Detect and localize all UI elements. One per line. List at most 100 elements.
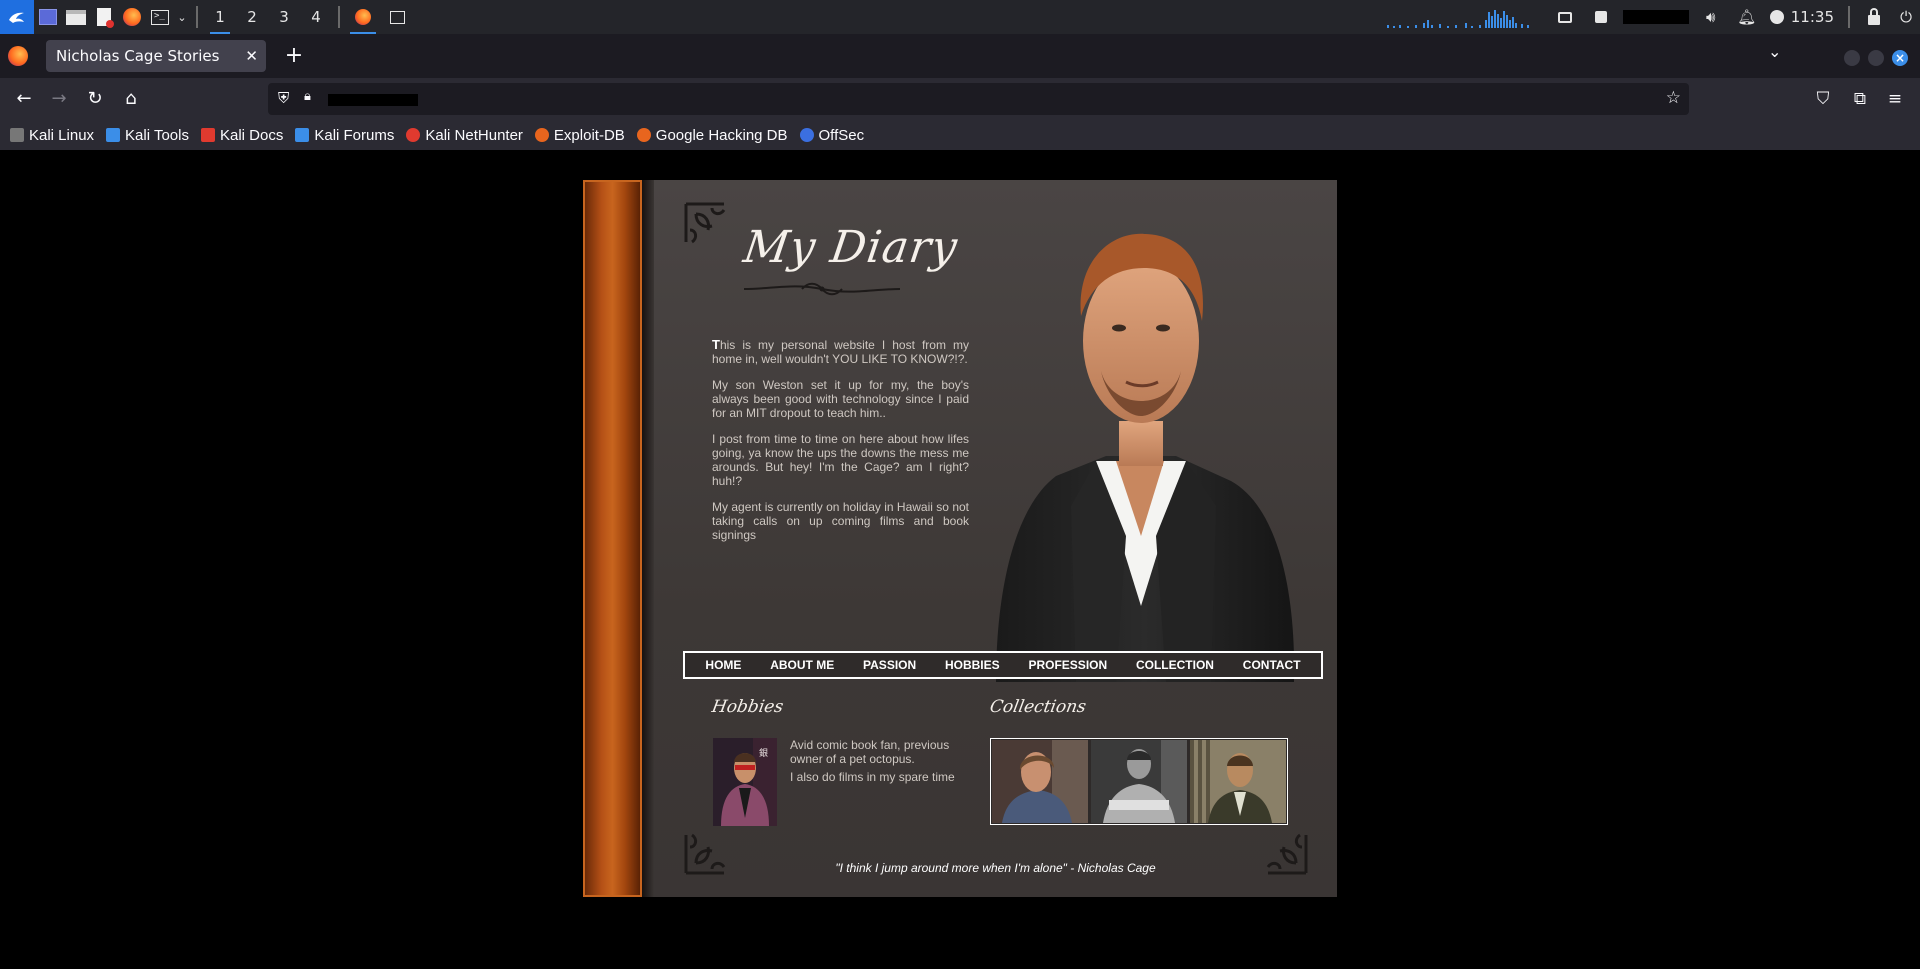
corner-ornament-top-left [684, 202, 726, 244]
home-icon[interactable]: ⌂ [117, 86, 145, 112]
forward-icon[interactable]: → [45, 86, 73, 112]
clock[interactable]: 11:35 [1789, 8, 1842, 26]
hobbies-text: Avid comic book fan, previous owner of a… [790, 738, 960, 788]
bookmark-star-icon[interactable]: ☆ [1666, 88, 1681, 108]
title-flourish [743, 282, 901, 296]
updates-icon[interactable] [1765, 0, 1789, 34]
page-viewport: My Diary This is my personal website I h… [0, 150, 1920, 969]
app-menu-icon[interactable]: ≡ [1882, 86, 1908, 112]
kali-menu-button[interactable] [0, 0, 34, 34]
book-spine [583, 180, 642, 897]
bookmark-offsec[interactable]: OffSec [799, 127, 864, 144]
nav-collection[interactable]: COLLECTION [1136, 658, 1214, 672]
vpn-lock-icon[interactable] [1583, 0, 1619, 34]
workspace-1[interactable]: 1 [204, 0, 236, 34]
footer-quote: "I think I jump around more when I'm alo… [835, 861, 1156, 875]
lock-screen-icon[interactable] [1856, 0, 1892, 34]
task-terminal[interactable] [380, 0, 414, 34]
bookmark-kali-tools[interactable]: Kali Tools [106, 127, 189, 144]
portrait-photo [996, 233, 1295, 682]
url-bar[interactable]: ⛨ 🔒︎ ☆ [268, 83, 1689, 115]
panel-separator [338, 6, 340, 28]
spine-shadow [642, 180, 654, 897]
nav-profession[interactable]: PROFESSION [1028, 658, 1107, 672]
drop-cap: T [712, 337, 720, 352]
logout-icon[interactable]: ⏻ [1892, 0, 1920, 34]
intro-paragraph-4: My agent is currently on holiday in Hawa… [712, 500, 969, 542]
minimize-button[interactable] [1844, 50, 1860, 66]
bookmark-kali-nethunter[interactable]: Kali NetHunter [406, 127, 523, 144]
nav-passion[interactable]: PASSION [863, 658, 916, 672]
nav-home[interactable]: HOME [705, 658, 741, 672]
system-tray: 🔊︎ 🔔︎ 11:35 ⏻ [1385, 0, 1920, 34]
ghdb-icon [636, 128, 651, 142]
nav-contact[interactable]: CONTACT [1243, 658, 1301, 672]
firefox-icon [355, 9, 371, 25]
volume-icon[interactable]: 🔊︎ [1693, 0, 1729, 34]
diary-book: My Diary This is my personal website I h… [583, 180, 1337, 897]
nav-about-me[interactable]: ABOUT ME [770, 658, 834, 672]
main-navigation: HOME ABOUT ME PASSION HOBBIES PROFESSION… [683, 651, 1323, 679]
back-icon[interactable]: ← [10, 86, 38, 112]
terminal-icon [389, 10, 405, 24]
intro-paragraph-2: My son Weston set it up for my, the boy'… [712, 378, 969, 420]
intro-paragraph-1: This is my personal website I host from … [712, 337, 969, 367]
show-desktop-icon[interactable] [34, 0, 62, 34]
tab-bar: Nicholas Cage Stories ✕ + ⌄ × [0, 34, 1920, 78]
terminal-launcher-icon[interactable]: >_ [146, 0, 174, 34]
extensions-icon[interactable]: ⧉ [1847, 86, 1873, 112]
notifications-icon[interactable]: 🔔︎ [1729, 0, 1765, 34]
new-tab-button[interactable]: + [280, 42, 308, 70]
diary-page: My Diary This is my personal website I h… [654, 180, 1337, 897]
file-manager-icon[interactable] [62, 0, 90, 34]
maximize-button[interactable] [1868, 50, 1884, 66]
nethunter-icon [406, 128, 421, 142]
tracking-protection-icon[interactable]: ⛨ [278, 89, 289, 107]
text-editor-icon[interactable] [90, 0, 118, 34]
firefox-launcher-icon[interactable] [118, 0, 146, 34]
navigation-toolbar: ← → ↻ ⌂ ⛨ 🔒︎ ☆ ⛉ ⧉ ≡ [0, 78, 1920, 120]
network-graph [1386, 10, 1529, 28]
panel-separator [1848, 6, 1850, 28]
panel-separator [196, 6, 198, 28]
bookmark-kali-linux[interactable]: Kali Linux [10, 127, 94, 144]
kali-forums-icon [295, 128, 310, 142]
exploit-db-icon [534, 128, 549, 142]
bookmarks-toolbar: Kali Linux Kali Tools Kali Docs Kali For… [0, 120, 1920, 150]
bookmark-google-hacking-db[interactable]: Google Hacking DB [636, 127, 788, 144]
close-window-button[interactable]: × [1892, 50, 1908, 66]
hobbies-heading: Hobbies [710, 697, 785, 717]
kali-tools-icon [106, 128, 121, 142]
workspace-2[interactable]: 2 [236, 0, 268, 34]
bookmark-kali-docs[interactable]: Kali Docs [200, 127, 283, 144]
reload-icon[interactable]: ↻ [81, 86, 109, 112]
display-icon[interactable] [1547, 0, 1583, 34]
firefox-view-icon[interactable] [8, 46, 28, 66]
taskbar: >_ ⌄ 1 2 3 4 🔊︎ 🔔︎ 11:35 ⏻ [0, 0, 1920, 34]
task-firefox[interactable] [346, 0, 380, 34]
collection-photo-3[interactable] [1190, 740, 1286, 823]
nav-hobbies[interactable]: HOBBIES [945, 658, 1000, 672]
kali-docs-icon [200, 128, 215, 142]
redacted-ip [1622, 10, 1689, 24]
bookmark-kali-forums[interactable]: Kali Forums [295, 127, 394, 144]
collection-photo-1[interactable] [992, 740, 1088, 823]
workspace-3[interactable]: 3 [268, 0, 300, 34]
hobbies-text-1: Avid comic book fan, previous owner of a… [790, 738, 950, 766]
tab-active[interactable]: Nicholas Cage Stories ✕ [46, 40, 266, 72]
pocket-icon[interactable]: ⛉ [1810, 86, 1836, 112]
bookmark-exploit-db[interactable]: Exploit-DB [534, 127, 625, 144]
chevron-down-icon[interactable]: ⌄ [174, 0, 190, 34]
close-tab-icon[interactable]: ✕ [245, 40, 258, 72]
site-info-lock-icon[interactable]: 🔒︎ [304, 89, 311, 104]
intro-text: This is my personal website I host from … [712, 338, 969, 554]
list-all-tabs-icon[interactable]: ⌄ [1768, 42, 1781, 61]
kali-dragon-icon [9, 12, 24, 23]
offsec-icon [799, 128, 814, 142]
collections-heading: Collections [988, 697, 1088, 717]
kali-dragon-icon [10, 128, 24, 142]
collection-photo-2[interactable] [1091, 740, 1187, 823]
workspace-4[interactable]: 4 [300, 0, 332, 34]
page-title: My Diary [740, 222, 961, 273]
hobby-photo: 銀 [713, 738, 777, 826]
